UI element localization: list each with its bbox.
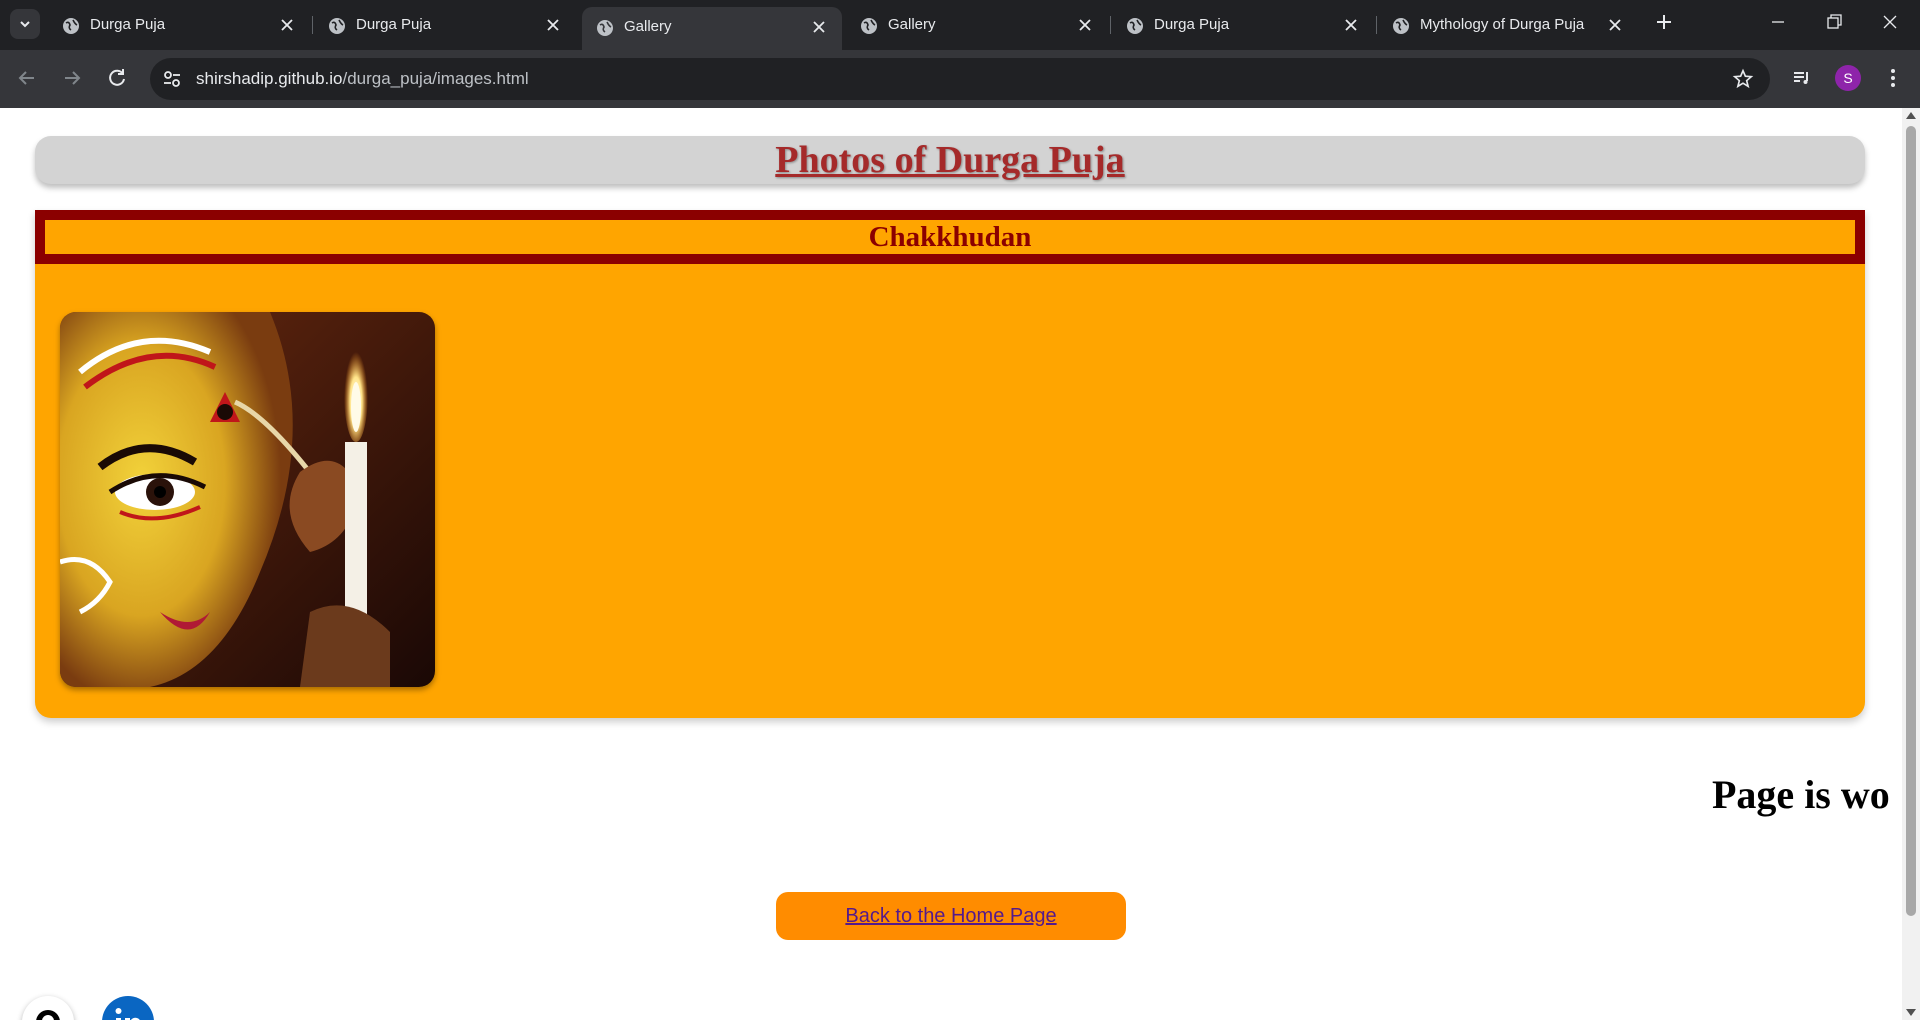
page-header: Photos of Durga Puja	[35, 136, 1865, 184]
scroll-up-arrow-icon[interactable]	[1906, 112, 1916, 119]
close-icon[interactable]	[1606, 16, 1624, 34]
work-in-progress-marquee: Page is wo	[1712, 772, 1890, 817]
close-icon[interactable]	[1342, 16, 1360, 34]
github-icon	[36, 1010, 60, 1020]
forward-arrow-icon[interactable]	[60, 66, 84, 90]
globe-icon	[861, 18, 877, 34]
close-icon[interactable]	[278, 16, 296, 34]
back-to-home-button[interactable]: Back to the Home Page	[776, 892, 1126, 940]
photo-section: Chakkhudan	[35, 210, 1865, 718]
globe-icon	[1393, 18, 1409, 34]
more-menu-icon[interactable]	[1881, 66, 1905, 90]
url-host: shirshadip.github.io	[196, 69, 343, 88]
tab-separator	[1110, 16, 1111, 34]
tab-durga-puja-1[interactable]: Durga Puja	[48, 7, 310, 43]
chakkhudan-image	[60, 312, 435, 687]
page-title[interactable]: Photos of Durga Puja	[35, 136, 1865, 184]
tab-separator	[312, 16, 313, 34]
tab-search-button[interactable]	[10, 9, 40, 39]
globe-icon	[329, 18, 345, 34]
linkedin-link[interactable]	[102, 996, 154, 1020]
back-arrow-icon[interactable]	[15, 66, 39, 90]
close-icon[interactable]	[1076, 16, 1094, 34]
section-title-bar: Chakkhudan	[35, 210, 1865, 264]
media-control-icon[interactable]	[1790, 66, 1814, 90]
tab-title: Gallery	[888, 16, 936, 33]
github-link[interactable]	[22, 996, 74, 1020]
page-scrollbar[interactable]	[1902, 108, 1920, 1020]
chevron-down-icon	[20, 21, 30, 28]
close-icon[interactable]	[810, 18, 828, 36]
globe-icon	[1127, 18, 1143, 34]
site-settings-icon[interactable]	[160, 67, 184, 91]
tab-durga-puja-3[interactable]: Durga Puja	[1112, 7, 1374, 43]
globe-icon	[597, 20, 613, 36]
reload-icon[interactable]	[105, 66, 129, 90]
restore-icon[interactable]	[1824, 12, 1844, 32]
new-tab-plus-icon[interactable]	[1652, 10, 1676, 34]
tab-durga-puja-2[interactable]: Durga Puja	[314, 7, 576, 43]
tab-gallery[interactable]: Gallery	[846, 7, 1108, 43]
tab-title: Durga Puja	[90, 16, 166, 33]
tab-strip: Durga Puja Durga Puja Gallery Gallery Du…	[0, 0, 1920, 50]
tab-title: Mythology of Durga Puja	[1420, 16, 1585, 33]
tab-title: Durga Puja	[356, 16, 432, 33]
minimize-icon[interactable]	[1768, 12, 1788, 32]
linkedin-icon	[115, 1008, 140, 1020]
tab-title: Gallery	[624, 18, 672, 35]
url-text: shirshadip.github.io/durga_puja/images.h…	[196, 69, 529, 89]
url-path: /durga_puja/images.html	[342, 69, 529, 88]
tab-title: Durga Puja	[1154, 16, 1230, 33]
chakkhudan-photo[interactable]	[60, 312, 435, 687]
scrollbar-thumb[interactable]	[1906, 126, 1916, 916]
scroll-down-arrow-icon[interactable]	[1906, 1009, 1916, 1016]
profile-avatar[interactable]: S	[1835, 65, 1861, 91]
close-icon[interactable]	[544, 16, 562, 34]
page-viewport: Photos of Durga Puja Chakkhudan Page is …	[0, 108, 1902, 1020]
address-bar[interactable]: shirshadip.github.io/durga_puja/images.h…	[150, 58, 1770, 100]
browser-toolbar: shirshadip.github.io/durga_puja/images.h…	[0, 50, 1920, 108]
tab-mythology[interactable]: Mythology of Durga Puja	[1378, 7, 1638, 43]
tab-gallery-active[interactable]: Gallery	[582, 7, 842, 50]
globe-icon	[63, 18, 79, 34]
bookmark-star-icon[interactable]	[1732, 68, 1754, 90]
close-window-icon[interactable]	[1880, 12, 1900, 32]
tab-separator	[1376, 16, 1377, 34]
section-title: Chakkhudan	[868, 221, 1032, 253]
